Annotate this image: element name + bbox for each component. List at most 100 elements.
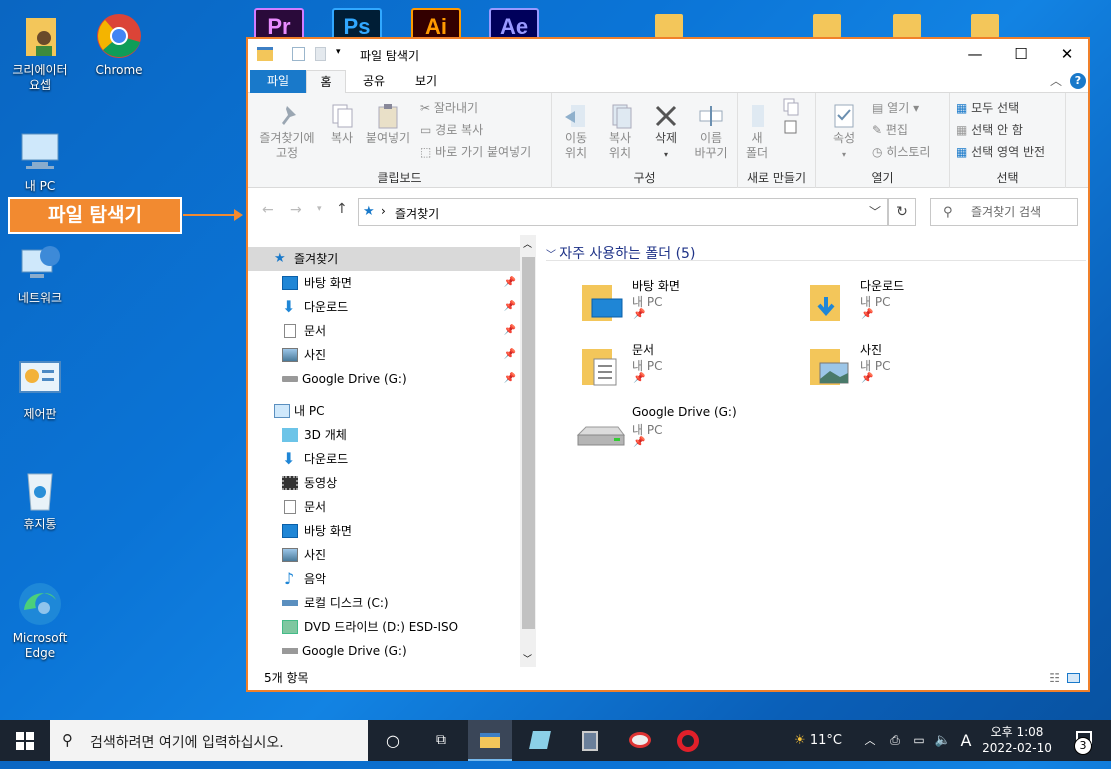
show-hidden-icons[interactable]: ︿ bbox=[858, 720, 882, 761]
up-arrow-icon[interactable]: ↑ bbox=[336, 201, 348, 217]
pin-to-quick-access-button[interactable]: 즐겨찾기에 고정 bbox=[254, 103, 320, 161]
details-view-icon[interactable]: ☷ bbox=[1049, 666, 1060, 690]
paste-button[interactable]: 붙여넣기 bbox=[362, 103, 414, 146]
tab-file[interactable]: 파일 bbox=[250, 70, 306, 93]
customize-quick-access-icon[interactable]: ▾ bbox=[336, 47, 341, 57]
nav-local-disk[interactable]: 로컬 디스크 (C:) bbox=[248, 591, 520, 615]
help-icon[interactable]: ? bbox=[1070, 73, 1086, 89]
select-none-button[interactable]: ▦ 선택 안 함 bbox=[956, 121, 1023, 138]
taskbar-paint[interactable] bbox=[618, 720, 662, 761]
new-folder-button[interactable]: 새 폴더 bbox=[742, 103, 772, 161]
desktop-icon-network[interactable]: 네트워크 bbox=[2, 240, 78, 306]
pin-icon[interactable]: 📌 bbox=[504, 295, 516, 319]
new-item-button[interactable] bbox=[780, 97, 806, 139]
scroll-thumb[interactable] bbox=[522, 257, 535, 629]
search-input[interactable]: ⚲ 즐겨찾기 검색 bbox=[930, 198, 1078, 226]
nav-music[interactable]: ♪ 음악 bbox=[248, 567, 520, 591]
desktop-icon-control-panel[interactable]: 제어판 bbox=[2, 356, 78, 422]
close-button[interactable]: ✕ bbox=[1044, 39, 1090, 69]
nav-pictures[interactable]: 사진 📌 bbox=[248, 343, 520, 367]
rename-button[interactable]: 이름 바꾸기 bbox=[688, 103, 734, 161]
tile-desktop[interactable]: 바탕 화면 내 PC 📌 bbox=[582, 277, 802, 335]
address-dropdown-icon[interactable]: ﹀ bbox=[869, 203, 881, 220]
history-button[interactable]: ◷ 히스토리 bbox=[872, 143, 930, 160]
taskbar-notepad[interactable] bbox=[518, 720, 562, 761]
taskbar-search[interactable]: ⚲ 검색하려면 여기에 입력하십시오. bbox=[50, 720, 368, 761]
title-bar[interactable]: ▾ 파일 탐색기 — ☐ ✕ bbox=[248, 39, 1088, 69]
pin-icon[interactable]: 📌 bbox=[504, 343, 516, 367]
scroll-down-icon[interactable]: ﹀ bbox=[523, 652, 532, 665]
delete-button[interactable]: 삭제 ▾ bbox=[648, 103, 684, 162]
task-view-button[interactable]: ⧉ bbox=[420, 720, 462, 761]
breadcrumb[interactable]: 즐겨찾기 bbox=[395, 205, 439, 222]
address-bar[interactable]: ★ › 즐겨찾기 ﹀ bbox=[358, 198, 888, 226]
pin-icon[interactable]: 📌 bbox=[504, 271, 516, 295]
folder-icon[interactable] bbox=[655, 14, 683, 38]
nav-pc-downloads[interactable]: ⬇ 다운로드 bbox=[248, 447, 520, 471]
meet-now-icon[interactable]: ⎙ bbox=[884, 720, 906, 761]
nav-pc-documents[interactable]: 문서 bbox=[248, 495, 520, 519]
nav-quick-access[interactable]: ★ 즐겨찾기 bbox=[248, 247, 520, 271]
properties-quick-icon[interactable] bbox=[292, 47, 305, 61]
properties-button[interactable]: 속성 ▾ bbox=[824, 103, 864, 162]
notification-center-button[interactable]: 3 bbox=[1062, 720, 1106, 761]
nav-3d-objects[interactable]: 3D 개체 bbox=[248, 423, 520, 447]
invert-selection-button[interactable]: ▦ 선택 영역 반전 bbox=[956, 143, 1045, 160]
scroll-up-icon[interactable]: ︿ bbox=[523, 237, 532, 250]
cut-button[interactable]: ✂ 잘라내기 bbox=[420, 99, 478, 116]
paste-shortcut-button[interactable]: ⬚ 바로 가기 붙여넣기 bbox=[420, 143, 531, 160]
nav-dvd-drive[interactable]: DVD 드라이브 (D:) ESD-ISO bbox=[248, 615, 520, 639]
start-button[interactable] bbox=[0, 720, 50, 761]
folder-icon[interactable] bbox=[813, 14, 841, 38]
taskbar-calculator[interactable] bbox=[568, 720, 612, 761]
tile-documents[interactable]: 문서 내 PC 📌 bbox=[582, 341, 802, 399]
nav-google-drive[interactable]: Google Drive (G:) 📌 bbox=[248, 367, 520, 391]
copy-path-button[interactable]: ▭ 경로 복사 bbox=[420, 121, 483, 138]
large-icons-view-icon[interactable] bbox=[1067, 673, 1080, 683]
tile-downloads[interactable]: 다운로드 내 PC 📌 bbox=[810, 277, 1030, 335]
network-tray-icon[interactable]: ▭ bbox=[908, 720, 930, 761]
nav-pc-google-drive[interactable]: Google Drive (G:) bbox=[248, 639, 520, 663]
recent-locations-icon[interactable]: ▾ bbox=[317, 204, 322, 214]
nav-documents[interactable]: 문서 📌 bbox=[248, 319, 520, 343]
input-method-indicator[interactable]: A bbox=[956, 720, 976, 761]
desktop-icon-chrome[interactable]: Chrome bbox=[81, 12, 157, 78]
taskbar-file-explorer[interactable] bbox=[468, 720, 512, 761]
copy-to-button[interactable]: 복사 위치 bbox=[600, 103, 640, 161]
folder-icon[interactable] bbox=[893, 14, 921, 38]
nav-downloads[interactable]: ⬇ 다운로드 📌 bbox=[248, 295, 520, 319]
tab-home[interactable]: 홈 bbox=[306, 70, 346, 93]
nav-desktop[interactable]: 바탕 화면 📌 bbox=[248, 271, 520, 295]
pin-icon[interactable]: 📌 bbox=[504, 319, 516, 343]
volume-icon[interactable]: 🔈 bbox=[932, 720, 954, 761]
tab-share[interactable]: 공유 bbox=[352, 70, 396, 93]
tile-google-drive[interactable]: Google Drive (G:) 내 PC 📌 bbox=[576, 405, 796, 463]
new-folder-quick-icon[interactable] bbox=[315, 47, 326, 61]
weather-widget[interactable]: ☀ 11°C bbox=[786, 720, 850, 761]
copy-button[interactable]: 복사 bbox=[324, 103, 360, 146]
tile-pictures[interactable]: 사진 내 PC 📌 bbox=[810, 341, 1030, 399]
refresh-button[interactable]: ↻ bbox=[888, 198, 916, 226]
forward-arrow-icon[interactable]: → bbox=[290, 202, 302, 218]
desktop-icon-creator[interactable]: 크리에이터 요셉 bbox=[2, 12, 78, 93]
nav-pc-pictures[interactable]: 사진 bbox=[248, 543, 520, 567]
taskbar-opera[interactable] bbox=[666, 720, 710, 761]
desktop-icon-edge[interactable]: Microsoft Edge bbox=[2, 580, 78, 661]
cortana-button[interactable]: ○ bbox=[372, 720, 414, 761]
nav-scrollbar[interactable]: ︿ ﹀ bbox=[520, 235, 536, 667]
clock[interactable]: 오후 1:08 2022-02-10 bbox=[978, 720, 1056, 761]
nav-videos[interactable]: 동영상 bbox=[248, 471, 520, 495]
maximize-button[interactable]: ☐ bbox=[998, 39, 1044, 69]
pin-icon[interactable]: 📌 bbox=[504, 367, 516, 391]
move-to-button[interactable]: 이동 위치 bbox=[556, 103, 596, 161]
folder-icon[interactable] bbox=[971, 14, 999, 38]
edit-button[interactable]: ✎ 편집 bbox=[872, 121, 908, 138]
collapse-ribbon-icon[interactable]: ︿ bbox=[1050, 72, 1062, 89]
minimize-button[interactable]: — bbox=[952, 39, 998, 69]
open-button[interactable]: ▤ 열기 ▾ bbox=[872, 99, 919, 116]
nav-this-pc[interactable]: 내 PC bbox=[248, 399, 520, 423]
group-header[interactable]: ﹀ 자주 사용하는 폴더 (5) bbox=[546, 243, 1086, 262]
tab-view[interactable]: 보기 bbox=[404, 70, 448, 93]
select-all-button[interactable]: ▦ 모두 선택 bbox=[956, 99, 1019, 116]
desktop-icon-recycle-bin[interactable]: 휴지통 bbox=[2, 466, 78, 532]
